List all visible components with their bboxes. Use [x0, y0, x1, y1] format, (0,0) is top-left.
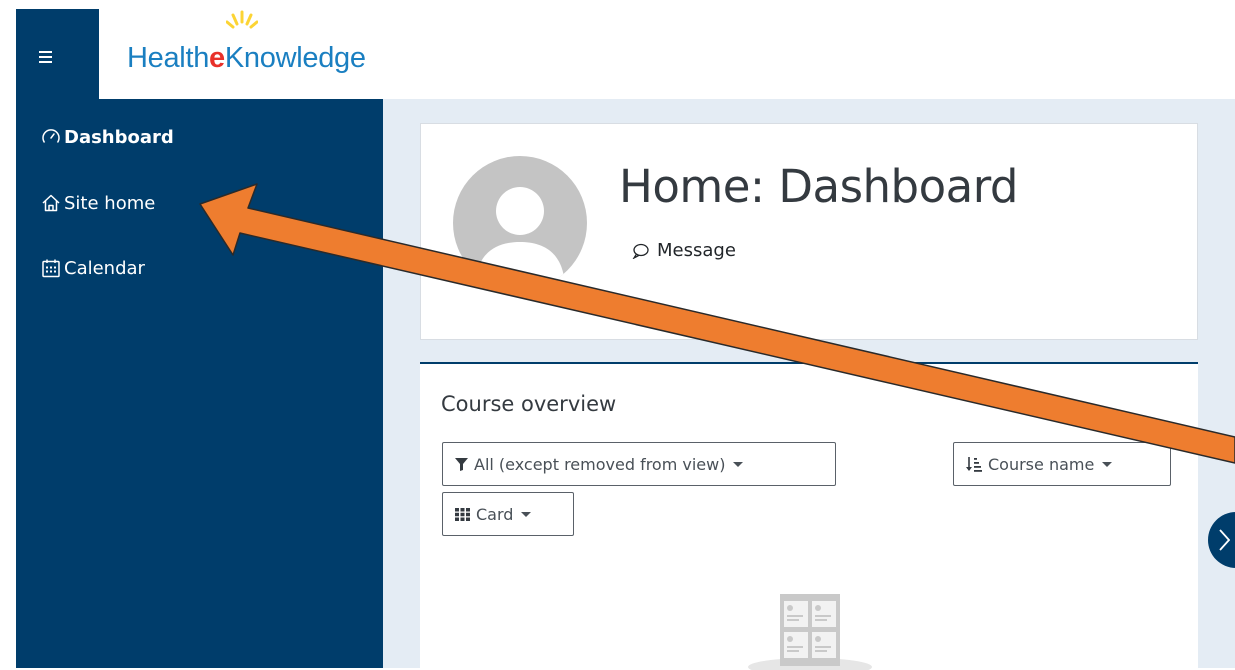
course-overview-block: Course overview All (except removed from… — [420, 362, 1198, 670]
course-overview-title: Course overview — [441, 392, 617, 416]
filter-label: All (except removed from view) — [474, 454, 726, 474]
avatar[interactable] — [453, 156, 587, 290]
calendar-icon — [42, 259, 60, 278]
page-title: Home: Dashboard — [619, 160, 1019, 213]
user-silhouette-icon — [475, 187, 565, 290]
chevron-down-icon — [733, 461, 744, 467]
chevron-down-icon — [521, 511, 532, 517]
no-courses-illustration — [748, 594, 872, 670]
logo-text-knowledge: Knowledge — [224, 42, 366, 74]
message-button[interactable]: Message — [632, 240, 736, 261]
logo-text-e: e — [209, 42, 225, 74]
sort-amount-icon — [966, 457, 982, 472]
view-label: Card — [476, 504, 514, 524]
site-header: Health eKnowledge — [99, 0, 1235, 99]
hamburger-icon — [39, 51, 52, 63]
sidebar-item-calendar[interactable]: Calendar — [41, 255, 145, 281]
dashboard-gauge-icon — [42, 129, 60, 143]
sidebar-item-dashboard[interactable]: Dashboard — [41, 124, 174, 150]
lightbulb-rays-icon — [226, 10, 258, 29]
site-logo[interactable]: Health eKnowledge — [127, 41, 366, 75]
sidebar-item-label: Site home — [64, 192, 156, 214]
sidebar-nav: Dashboard Site home Calendar — [16, 99, 383, 668]
sidebar-item-label: Calendar — [64, 257, 145, 279]
message-label: Message — [657, 240, 736, 261]
sort-label: Course name — [988, 454, 1095, 474]
nav-drawer-toggle[interactable] — [16, 9, 99, 99]
speech-bubble-icon — [632, 243, 649, 259]
course-sort-dropdown[interactable]: Course name — [953, 442, 1171, 486]
grid-view-icon — [455, 507, 470, 521]
sidebar-item-site-home[interactable]: Site home — [41, 190, 155, 216]
home-icon — [42, 194, 60, 212]
page-header-card: Home: Dashboard Message — [420, 123, 1198, 340]
chevron-down-icon — [1102, 461, 1113, 467]
logo-text-health: Health — [127, 42, 210, 74]
sidebar-item-label: Dashboard — [64, 126, 174, 148]
course-filter-dropdown[interactable]: All (except removed from view) — [442, 442, 836, 486]
chevron-right-icon — [1219, 529, 1230, 551]
course-view-dropdown[interactable]: Card — [442, 492, 574, 536]
filter-icon — [455, 457, 468, 471]
